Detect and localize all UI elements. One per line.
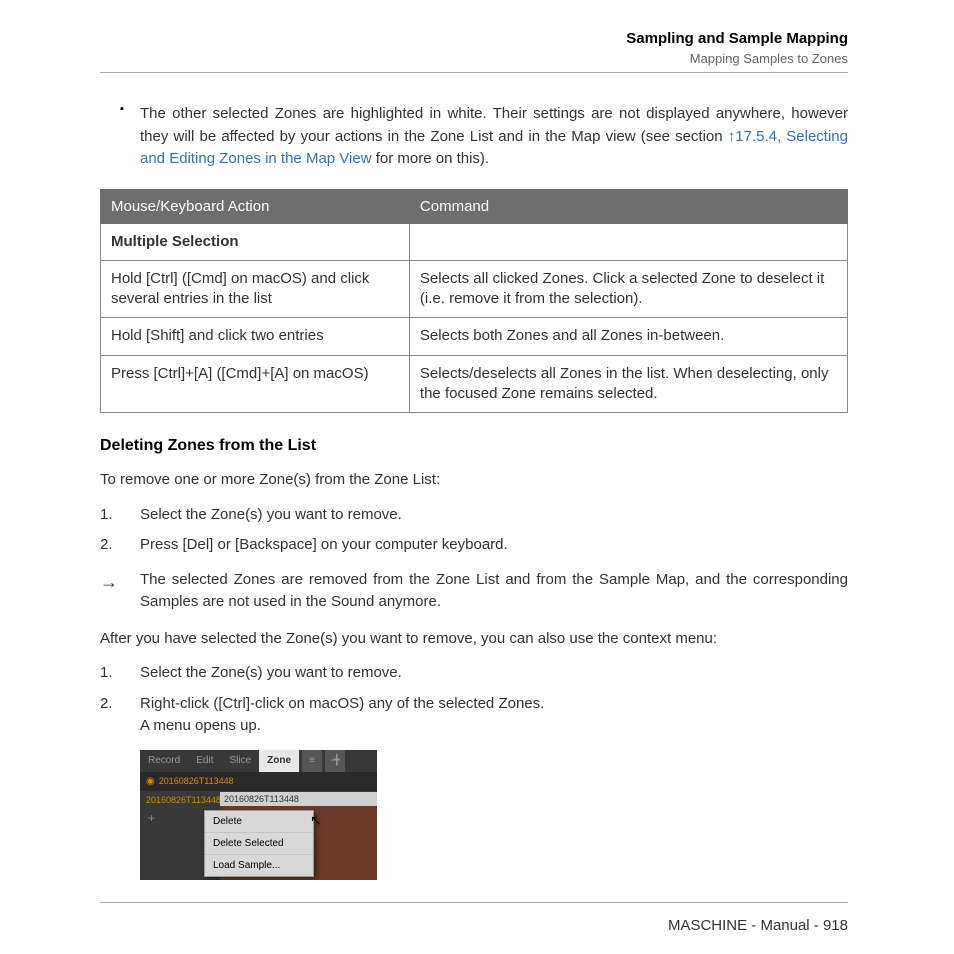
- header-subtitle: Mapping Samples to Zones: [100, 51, 848, 66]
- tab-slice[interactable]: Slice: [221, 750, 259, 772]
- table-header-command: Command: [409, 189, 847, 223]
- arrow-icon: →: [100, 569, 140, 614]
- play-icon: ◉: [146, 776, 155, 787]
- wave-icon[interactable]: ◦╋: [325, 750, 345, 772]
- tab-edit[interactable]: Edit: [188, 750, 221, 772]
- steps-list-2: 1.Select the Zone(s) you want to remove.…: [100, 662, 848, 738]
- step-text: Right-click ([Ctrl]-click on macOS) any …: [140, 693, 544, 738]
- context-menu: Delete Delete Selected Load Sample...: [204, 810, 314, 877]
- steps-list-1: 1.Select the Zone(s) you want to remove.…: [100, 504, 848, 557]
- table-header-action: Mouse/Keyboard Action: [101, 189, 410, 223]
- tab-zone[interactable]: Zone: [259, 750, 299, 772]
- tab-record[interactable]: Record: [140, 750, 188, 772]
- step-text: Press [Del] or [Backspace] on your compu…: [140, 534, 508, 557]
- after-text: After you have selected the Zone(s) you …: [100, 628, 848, 651]
- bullet-text: The other selected Zones are highlighted…: [140, 103, 848, 171]
- section-heading: Deleting Zones from the List: [100, 437, 848, 455]
- screenshot-figure: Record Edit Slice Zone ≡ ◦╋ ◉ 20160826T1…: [140, 750, 377, 880]
- divider-top: [100, 72, 848, 73]
- list-icon[interactable]: ≡: [302, 750, 322, 772]
- header-title: Sampling and Sample Mapping: [100, 30, 848, 47]
- intro-text: To remove one or more Zone(s) from the Z…: [100, 469, 848, 492]
- result-row: → The selected Zones are removed from th…: [100, 569, 848, 614]
- table-row: Hold [Ctrl] ([Cmd] on macOS) and click s…: [101, 260, 848, 318]
- step-text: Select the Zone(s) you want to remove.: [140, 662, 402, 685]
- footer-text: MASCHINE - Manual - 918: [100, 917, 848, 934]
- table-subhead: Multiple Selection: [101, 223, 410, 260]
- cursor-icon: ↖: [310, 812, 322, 829]
- menu-delete-selected[interactable]: Delete Selected: [205, 833, 313, 855]
- table-row: Press [Ctrl]+[A] ([Cmd]+[A] on macOS)Sel…: [101, 355, 848, 413]
- zone-list-item[interactable]: ◉ 20160826T113448: [140, 772, 377, 791]
- step-text: Select the Zone(s) you want to remove.: [140, 504, 402, 527]
- table-row: Hold [Shift] and click two entriesSelect…: [101, 318, 848, 355]
- divider-bottom: [100, 902, 848, 903]
- screenshot-tabs: Record Edit Slice Zone ≡ ◦╋: [140, 750, 377, 772]
- shortcut-table: Mouse/Keyboard Action Command Multiple S…: [100, 189, 848, 414]
- map-zone-bar[interactable]: 20160826T113448: [220, 792, 377, 806]
- result-text: The selected Zones are removed from the …: [140, 569, 848, 614]
- menu-delete[interactable]: Delete: [205, 811, 313, 833]
- menu-load-sample[interactable]: Load Sample...: [205, 855, 313, 876]
- bullet-icon: ▪: [120, 103, 140, 171]
- bullet-item: ▪ The other selected Zones are highlight…: [100, 103, 848, 171]
